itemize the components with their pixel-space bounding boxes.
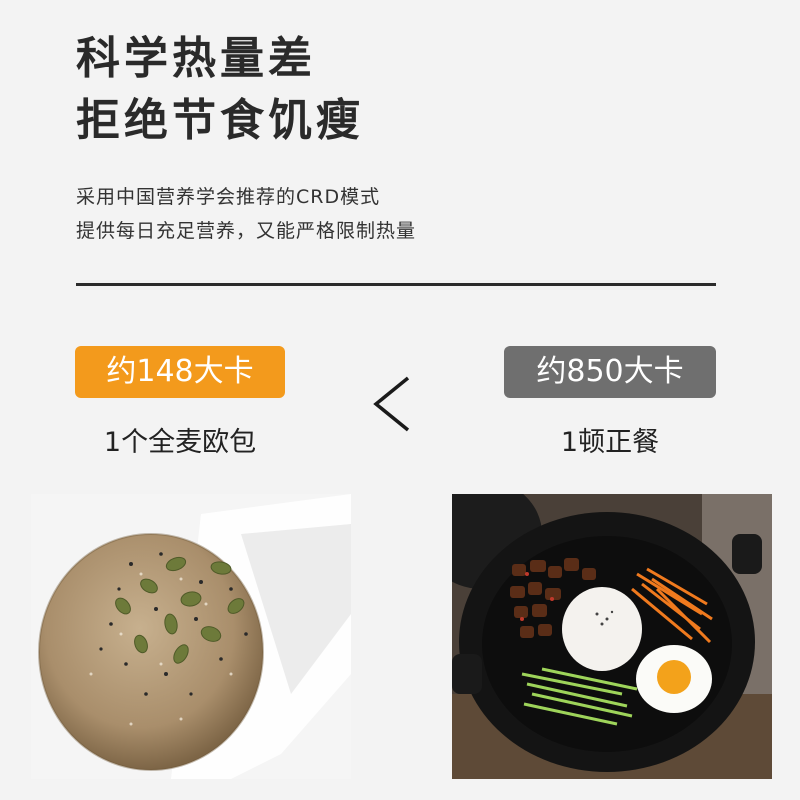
- divider: [76, 283, 716, 286]
- whole-wheat-bread-image: [31, 494, 351, 779]
- less-than-icon: [373, 376, 410, 432]
- right-calorie-badge: 约850大卡: [504, 346, 716, 398]
- subtitle-line-1: 采用中国营养学会推荐的CRD模式: [76, 186, 381, 208]
- left-calorie-badge: 约148大卡: [75, 346, 285, 398]
- headline: 科学热量差 拒绝节食饥瘦: [76, 28, 364, 152]
- subtitle-line-2: 提供每日充足营养，又能严格限制热量: [76, 220, 417, 242]
- headline-line-2: 拒绝节食饥瘦: [76, 95, 364, 146]
- right-food-caption: 1顿正餐: [560, 427, 660, 458]
- headline-line-1: 科学热量差: [76, 33, 316, 84]
- left-food-caption: 1个全麦欧包: [103, 427, 257, 458]
- subtitle: 采用中国营养学会推荐的CRD模式 提供每日充足营养，又能严格限制热量: [76, 180, 416, 248]
- bibimbap-meal-image: [452, 494, 772, 779]
